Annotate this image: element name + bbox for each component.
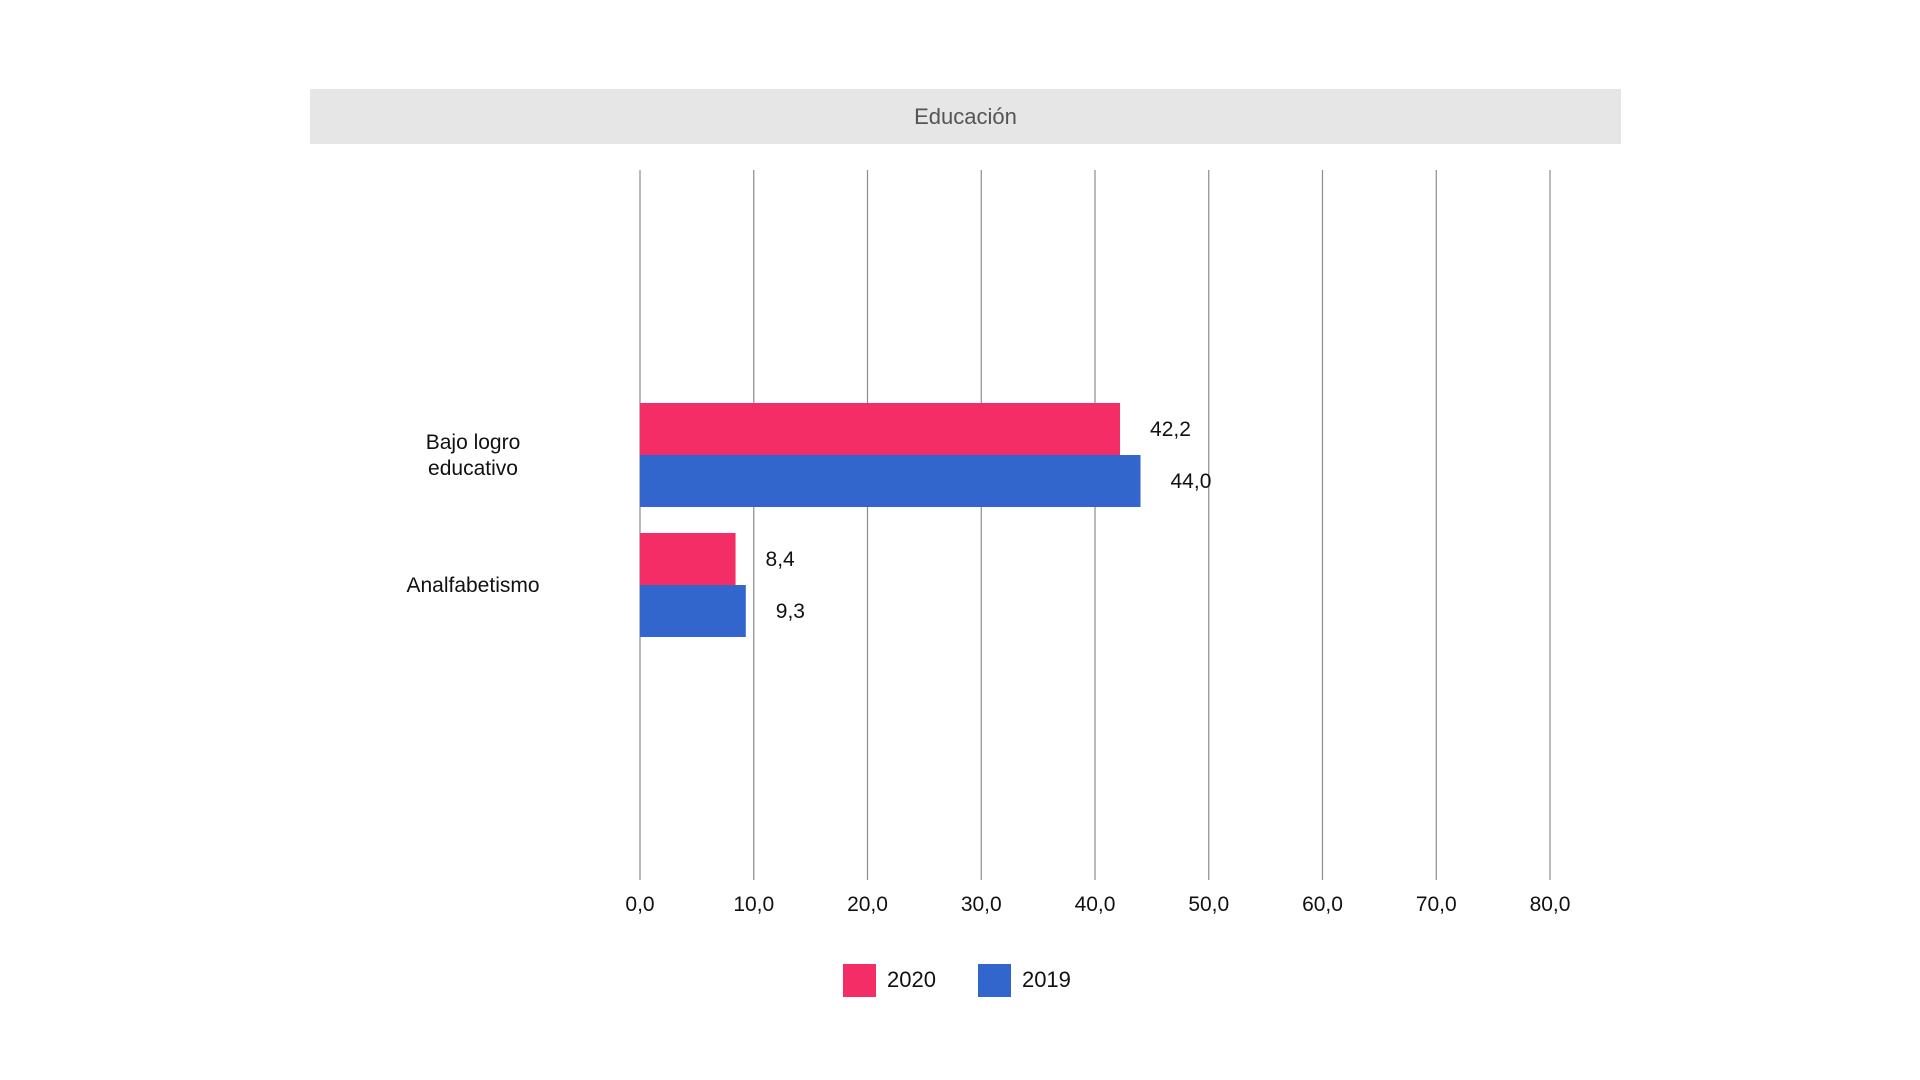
bar-2019 — [640, 455, 1141, 507]
category-label: educativo — [428, 457, 518, 480]
x-tick-label: 60,0 — [1302, 893, 1343, 916]
x-tick-label: 30,0 — [961, 893, 1002, 916]
legend-swatch-2019 — [977, 963, 1011, 997]
legend-swatch-2020 — [843, 963, 876, 997]
bar-2019 — [640, 585, 746, 637]
x-tick-label: 10,0 — [733, 893, 774, 916]
data-label: 42,2 — [1150, 418, 1191, 441]
x-tick-label: 20,0 — [847, 893, 888, 916]
chart-plot: 0,0 10,0 20,0 30,0 40,0 50,0 60,0 70,0 80,0 42,2 4… — [406, 170, 1571, 916]
data-label: 8,4 — [766, 548, 796, 571]
bar-2020 — [640, 533, 736, 585]
legend-item-2020: 2020 — [843, 963, 936, 997]
chart: Educación 0,0 10,0 20,0 30,0 40,0 50,0 60,0 70,… — [0, 0, 1920, 1080]
data-label: 44,0 — [1171, 470, 1212, 493]
x-tick-label: 40,0 — [1075, 893, 1116, 916]
x-tick-label: 80,0 — [1530, 893, 1571, 916]
category-label: Bajo logro — [426, 431, 521, 454]
x-tick-label: 0,0 — [625, 893, 654, 916]
legend: 2020 2019 — [843, 963, 1113, 997]
x-tick-label: 50,0 — [1188, 893, 1229, 916]
data-label: 9,3 — [776, 600, 805, 623]
x-tick-label: 70,0 — [1416, 893, 1457, 916]
category-label: Analfabetismo — [406, 574, 539, 597]
legend-item-2019: 2019 — [977, 963, 1071, 997]
legend-label-2019: 2019 — [1021, 967, 1071, 992]
bar-2020 — [640, 403, 1121, 455]
legend-label-2020: 2020 — [887, 967, 936, 992]
